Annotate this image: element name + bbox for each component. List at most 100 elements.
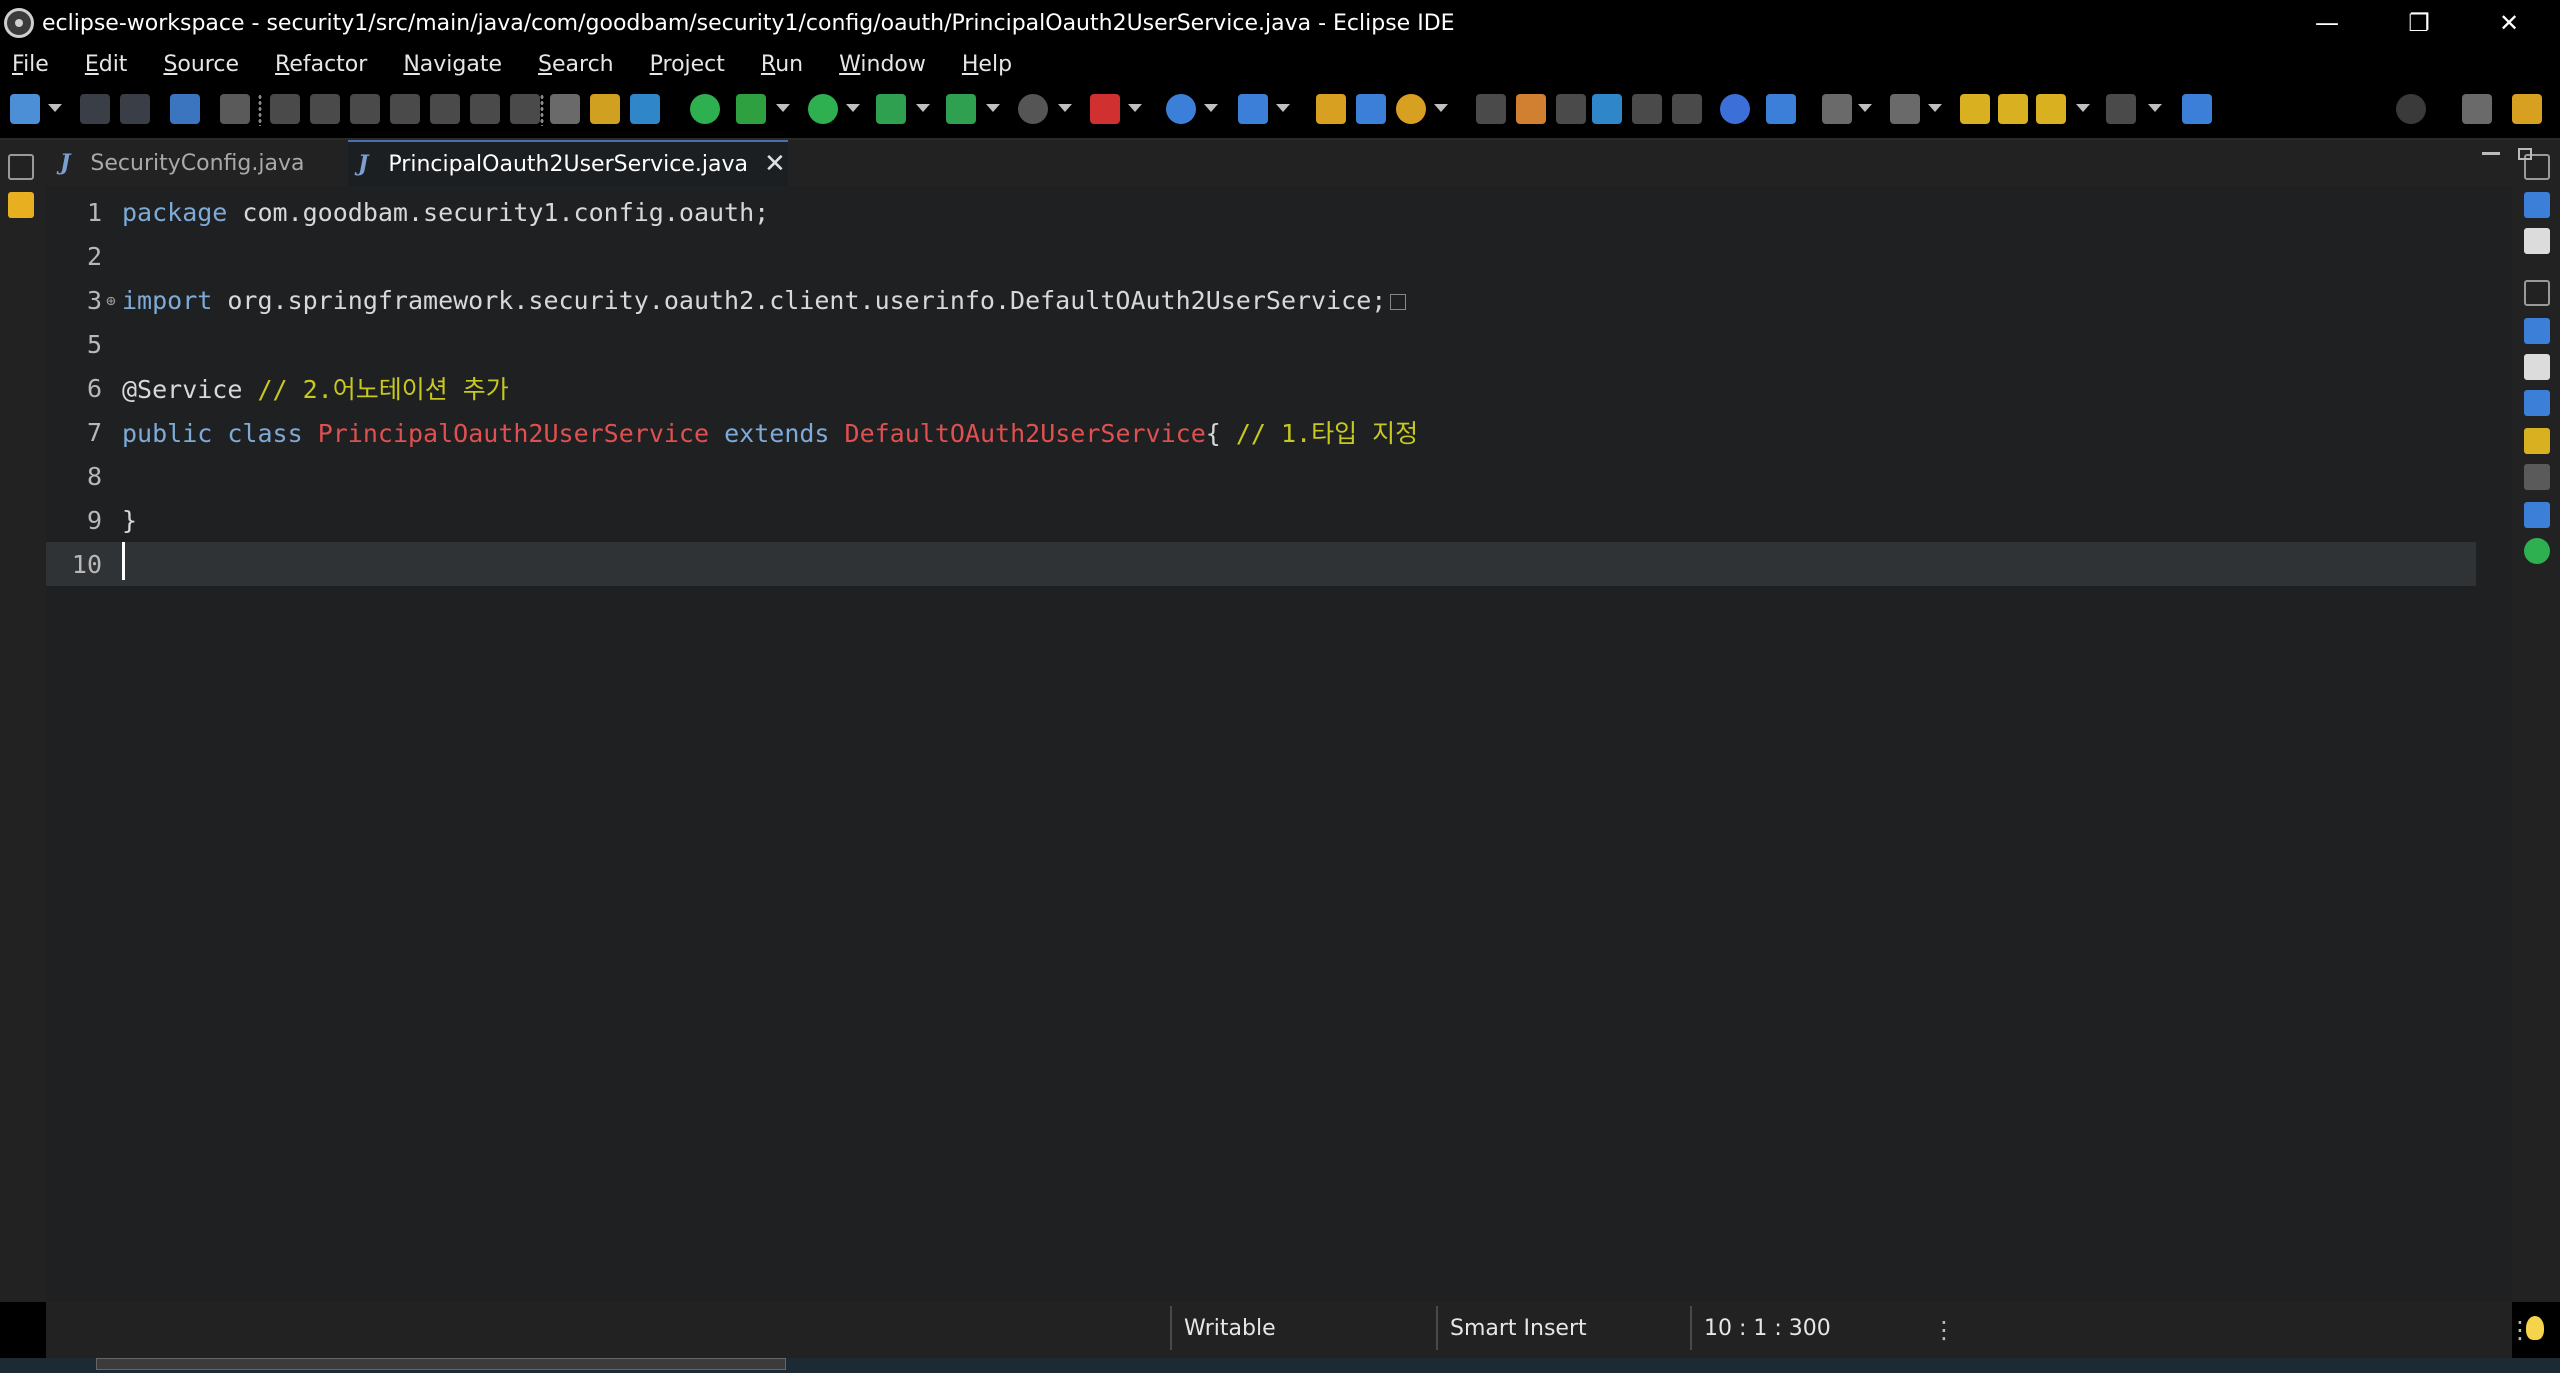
fold-expand-icon[interactable]: ⊕ bbox=[102, 291, 120, 310]
open-type-icon[interactable] bbox=[1316, 94, 1346, 124]
glasses-icon[interactable] bbox=[630, 94, 660, 124]
step-over-icon[interactable] bbox=[470, 94, 500, 124]
word-wrap-icon[interactable] bbox=[1592, 94, 1622, 124]
web-browser-icon[interactable] bbox=[1720, 94, 1750, 124]
back-dropdown-arrow[interactable] bbox=[2076, 104, 2090, 112]
code-line[interactable]: 3 ⊕ import org.springframework.security.oa… bbox=[46, 278, 2476, 322]
back-icon[interactable] bbox=[2036, 94, 2066, 124]
resume-icon[interactable] bbox=[270, 94, 300, 124]
new-spring-icon[interactable] bbox=[1238, 94, 1268, 124]
terminal-icon[interactable] bbox=[170, 94, 200, 124]
code-line[interactable]: 7 public class PrincipalOauth2UserService… bbox=[46, 410, 2476, 454]
marker-icon[interactable] bbox=[1090, 94, 1120, 124]
show-whitespace-icon[interactable] bbox=[1632, 94, 1662, 124]
coverage-dropdown-arrow[interactable] bbox=[916, 104, 930, 112]
outline-icon[interactable] bbox=[2524, 192, 2550, 218]
code-line[interactable]: 8 bbox=[46, 454, 2476, 498]
tip-lightbulb-icon[interactable] bbox=[2526, 1316, 2544, 1340]
suspend-icon[interactable] bbox=[310, 94, 340, 124]
code-line[interactable]: 2 bbox=[46, 234, 2476, 278]
java-perspective-icon[interactable] bbox=[2512, 94, 2542, 124]
restore-button[interactable]: ❐ bbox=[2372, 0, 2466, 46]
menu-edit[interactable]: Edit bbox=[73, 52, 146, 77]
menu-run[interactable]: Run bbox=[749, 52, 821, 77]
package-explorer-icon[interactable] bbox=[8, 192, 34, 218]
save-all-icon[interactable] bbox=[120, 94, 150, 124]
open-task-icon[interactable] bbox=[1356, 94, 1386, 124]
step-return-icon[interactable] bbox=[510, 94, 540, 124]
data-source-icon[interactable] bbox=[2524, 428, 2550, 454]
next-annotation-icon[interactable] bbox=[1998, 94, 2028, 124]
menu-window[interactable]: Window bbox=[827, 52, 944, 77]
block-selection-icon[interactable] bbox=[1556, 94, 1586, 124]
menu-project[interactable]: Project bbox=[638, 52, 743, 77]
restore-view-icon[interactable] bbox=[2524, 280, 2550, 306]
highlight-occurrences-icon[interactable] bbox=[1516, 94, 1546, 124]
code-line[interactable]: 10 bbox=[46, 542, 2476, 586]
terminate-icon[interactable] bbox=[350, 94, 380, 124]
search-icon[interactable] bbox=[2396, 94, 2426, 124]
external-tools-dropdown-arrow[interactable] bbox=[986, 104, 1000, 112]
task-list-icon[interactable] bbox=[2524, 228, 2550, 254]
debug-dropdown-arrow[interactable] bbox=[776, 104, 790, 112]
problems-icon[interactable] bbox=[2524, 318, 2550, 344]
snippets-icon[interactable] bbox=[2524, 464, 2550, 490]
menu-help[interactable]: Help bbox=[950, 52, 1030, 77]
status-cursor-position[interactable]: 10 : 1 : 300 bbox=[1704, 1316, 1831, 1341]
annotation-icon[interactable] bbox=[1822, 94, 1852, 124]
menu-navigate[interactable]: Navigate bbox=[391, 52, 520, 77]
new-server-icon[interactable] bbox=[1166, 94, 1196, 124]
code-line[interactable]: 6 @Service // 2.어노테이션 추가 bbox=[46, 366, 2476, 410]
deploy-icon[interactable] bbox=[1766, 94, 1796, 124]
code-line[interactable]: 1 package com.goodbam.security1.config.oa… bbox=[46, 190, 2476, 234]
stop-icon[interactable] bbox=[1018, 94, 1048, 124]
close-icon[interactable]: ✕ bbox=[764, 149, 786, 179]
annotation-dropdown-arrow[interactable] bbox=[1858, 104, 1872, 112]
server-start-icon[interactable] bbox=[690, 94, 720, 124]
run-dropdown-arrow[interactable] bbox=[846, 104, 860, 112]
disconnect-icon[interactable] bbox=[390, 94, 420, 124]
spring-dropdown-arrow[interactable] bbox=[1276, 104, 1290, 112]
marker-dropdown-arrow[interactable] bbox=[1128, 104, 1142, 112]
prev-annotation-icon[interactable] bbox=[1960, 94, 1990, 124]
forward-dropdown-arrow[interactable] bbox=[2148, 104, 2162, 112]
restore-view-icon[interactable] bbox=[8, 154, 34, 180]
code-line[interactable]: 9} bbox=[46, 498, 2476, 542]
pin-editor-icon[interactable] bbox=[2182, 94, 2212, 124]
properties-icon[interactable] bbox=[2524, 354, 2550, 380]
shuffle-icon[interactable] bbox=[590, 94, 620, 124]
tab-principal-oauth2-user-service[interactable]: J PrincipalOauth2UserService.java ✕ bbox=[348, 140, 788, 186]
minimize-button[interactable]: — bbox=[2280, 0, 2374, 46]
menu-source[interactable]: Source bbox=[151, 52, 257, 77]
save-icon[interactable] bbox=[80, 94, 110, 124]
servers-icon[interactable] bbox=[2524, 390, 2550, 416]
external-tools-icon[interactable] bbox=[946, 94, 976, 124]
status-insert-mode[interactable]: Smart Insert bbox=[1450, 1316, 1587, 1341]
horizontal-scrollbar-thumb[interactable] bbox=[96, 1358, 786, 1370]
server-dropdown-arrow[interactable] bbox=[1204, 104, 1218, 112]
skip-breakpoints-icon[interactable] bbox=[220, 94, 250, 124]
collapsed-region-icon[interactable] bbox=[1390, 293, 1407, 310]
code-editor[interactable]: 1 package com.goodbam.security1.config.oa… bbox=[46, 186, 2512, 1302]
maximize-view-icon[interactable] bbox=[2518, 148, 2532, 160]
coverage-icon[interactable] bbox=[876, 94, 906, 124]
minimize-view-icon[interactable] bbox=[2482, 152, 2500, 155]
menu-refactor[interactable]: Refactor bbox=[263, 52, 385, 77]
stop-dropdown-arrow[interactable] bbox=[1058, 104, 1072, 112]
boot-dashboard-icon[interactable] bbox=[2524, 538, 2550, 564]
forward-icon[interactable] bbox=[2106, 94, 2136, 124]
last-edit-dropdown-arrow[interactable] bbox=[1928, 104, 1942, 112]
search-dropdown-arrow[interactable] bbox=[1434, 104, 1448, 112]
menu-file[interactable]: File bbox=[0, 52, 67, 77]
run-icon[interactable] bbox=[808, 94, 838, 124]
new-wizard-icon[interactable] bbox=[10, 94, 40, 124]
code-line[interactable]: 5 bbox=[46, 322, 2476, 366]
status-menu-icon[interactable]: ⋮ bbox=[1932, 1316, 1956, 1344]
console-icon[interactable] bbox=[550, 94, 580, 124]
menu-search[interactable]: Search bbox=[526, 52, 632, 77]
close-window-button[interactable]: ✕ bbox=[2462, 0, 2556, 46]
toggle-breadcrumb-icon[interactable] bbox=[1476, 94, 1506, 124]
tab-security-config[interactable]: J SecurityConfig.java bbox=[50, 140, 350, 186]
new-dropdown-arrow[interactable] bbox=[48, 104, 62, 112]
search-tool-icon[interactable] bbox=[1396, 94, 1426, 124]
